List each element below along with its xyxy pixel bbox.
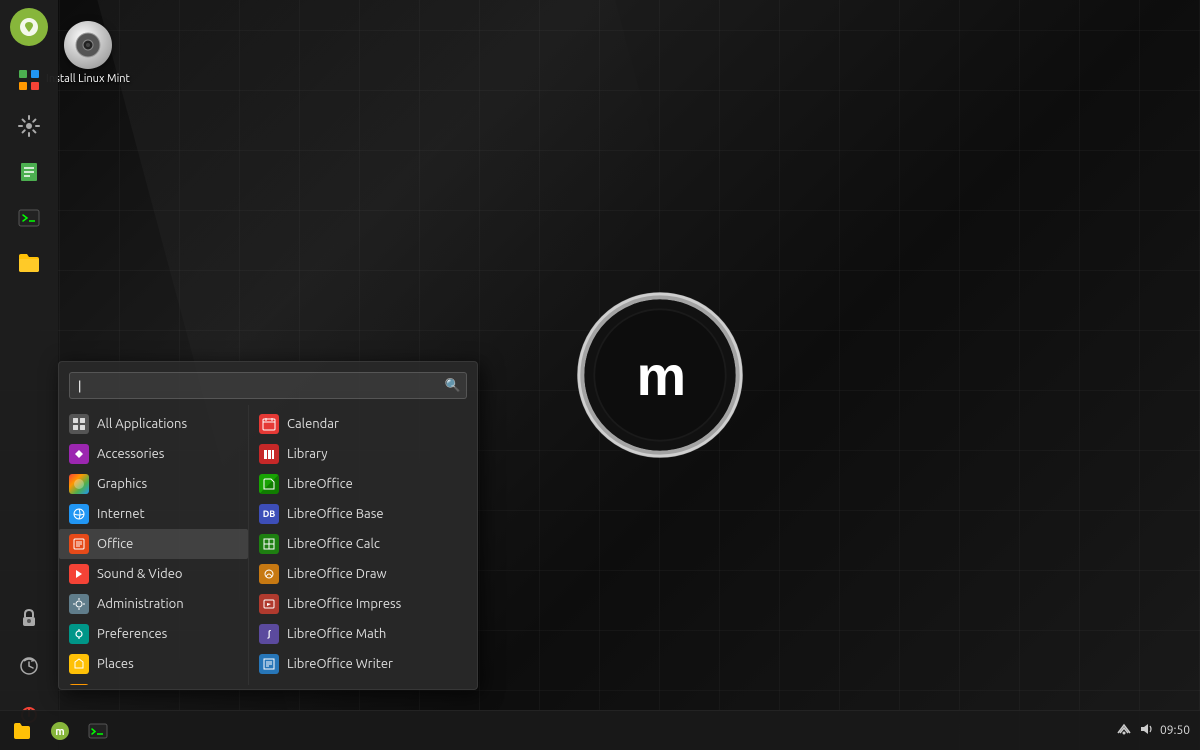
internet-icon <box>69 504 89 524</box>
administration-label: Administration <box>97 597 184 611</box>
lo-calc-icon <box>259 534 279 554</box>
sound-tray-icon[interactable] <box>1138 721 1154 740</box>
internet-label: Internet <box>97 507 145 521</box>
network-tray-icon[interactable] <box>1116 721 1132 740</box>
all-apps-icon <box>69 414 89 434</box>
menu-libreoffice[interactable]: LibreOffice <box>249 469 477 499</box>
menu-lo-draw[interactable]: LibreOffice Draw <box>249 559 477 589</box>
preferences-label: Preferences <box>97 627 167 641</box>
lo-math-icon: ∫ <box>259 624 279 644</box>
sidebar-notes[interactable] <box>9 152 49 192</box>
lo-math-label: LibreOffice Math <box>287 627 386 641</box>
lo-impress-label: LibreOffice Impress <box>287 597 401 611</box>
places-label: Places <box>97 657 134 671</box>
accessories-label: Accessories <box>97 447 164 461</box>
app-menu: 🔍 All Applications <box>58 361 478 690</box>
menu-sound-video[interactable]: Sound & Video <box>59 559 248 589</box>
menu-lo-impress[interactable]: LibreOffice Impress <box>249 589 477 619</box>
taskbar-terminal-btn[interactable] <box>80 714 116 748</box>
install-icon-label: Install Linux Mint <box>46 73 130 85</box>
lo-base-label: LibreOffice Base <box>287 507 384 521</box>
calendar-icon <box>259 414 279 434</box>
recent-files-icon <box>69 684 89 685</box>
taskbar-mint-btn[interactable]: m <box>42 714 78 748</box>
calendar-label: Calendar <box>287 417 339 431</box>
menu-lo-writer[interactable]: LibreOffice Writer <box>249 649 477 679</box>
taskbar-files-btn[interactable] <box>4 714 40 748</box>
all-apps-label: All Applications <box>97 417 187 431</box>
menu-search-area: 🔍 <box>59 362 477 405</box>
sidebar-software[interactable] <box>9 60 49 100</box>
menu-lo-calc[interactable]: LibreOffice Calc <box>249 529 477 559</box>
libreoffice-icon <box>259 474 279 494</box>
menu-accessories[interactable]: Accessories <box>59 439 248 469</box>
lo-calc-label: LibreOffice Calc <box>287 537 380 551</box>
sidebar-settings[interactable] <box>9 106 49 146</box>
menu-graphics[interactable]: Graphics <box>59 469 248 499</box>
office-icon <box>69 534 89 554</box>
menu-library[interactable]: Library <box>249 439 477 469</box>
menu-internet[interactable]: Internet <box>59 499 248 529</box>
menu-lo-math[interactable]: ∫ LibreOffice Math <box>249 619 477 649</box>
lo-base-icon: DB <box>259 504 279 524</box>
library-icon <box>259 444 279 464</box>
places-icon <box>69 654 89 674</box>
lo-writer-label: LibreOffice Writer <box>287 657 393 671</box>
preferences-icon <box>69 624 89 644</box>
menu-all-applications[interactable]: All Applications <box>59 409 248 439</box>
menu-lo-base[interactable]: DB LibreOffice Base <box>249 499 477 529</box>
search-icon[interactable]: 🔍 <box>445 378 461 393</box>
search-input[interactable] <box>69 372 467 399</box>
office-label: Office <box>97 537 133 551</box>
taskbar-right: 09:50 <box>1116 721 1200 740</box>
menu-places[interactable]: Places <box>59 649 248 679</box>
sound-video-icon <box>69 564 89 584</box>
menu-calendar[interactable]: Calendar <box>249 409 477 439</box>
menu-recent-files[interactable]: Recent Files <box>59 679 248 685</box>
sidebar-mint-menu[interactable] <box>10 8 48 46</box>
sidebar <box>0 0 58 750</box>
mint-logo: m <box>570 285 750 465</box>
lo-draw-icon <box>259 564 279 584</box>
accessories-icon <box>69 444 89 464</box>
desktop: m Install Linux Mint <box>0 0 1200 750</box>
sidebar-terminal[interactable] <box>9 198 49 238</box>
lo-draw-label: LibreOffice Draw <box>287 567 387 581</box>
menu-preferences[interactable]: Preferences <box>59 619 248 649</box>
menu-body: All Applications Accessories Graphics <box>59 405 477 685</box>
graphics-icon <box>69 474 89 494</box>
sidebar-files[interactable] <box>9 243 49 283</box>
sidebar-lock[interactable] <box>9 598 49 638</box>
libreoffice-label: LibreOffice <box>287 477 353 491</box>
menu-administration[interactable]: Administration <box>59 589 248 619</box>
svg-text:m: m <box>637 344 684 407</box>
taskbar-clock: 09:50 <box>1160 724 1190 737</box>
administration-icon <box>69 594 89 614</box>
menu-office[interactable]: Office <box>59 529 248 559</box>
taskbar-left: m <box>0 714 116 748</box>
svg-text:m: m <box>55 726 64 738</box>
taskbar: m <box>0 710 1200 750</box>
sound-video-label: Sound & Video <box>97 567 183 581</box>
library-label: Library <box>287 447 327 461</box>
menu-apps: Calendar Library LibreOffice D <box>249 405 477 685</box>
sidebar-update[interactable] <box>9 646 49 686</box>
graphics-label: Graphics <box>97 477 147 491</box>
lo-impress-icon <box>259 594 279 614</box>
lo-writer-icon <box>259 654 279 674</box>
menu-categories: All Applications Accessories Graphics <box>59 405 249 685</box>
install-icon-image <box>64 21 112 69</box>
